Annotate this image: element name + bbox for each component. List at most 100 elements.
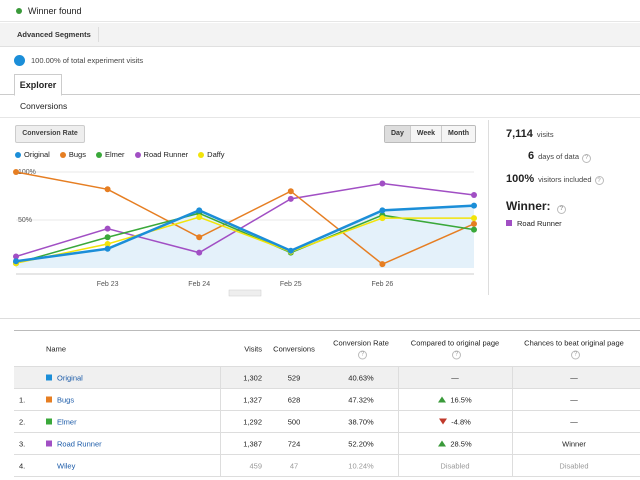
data-point xyxy=(379,215,386,222)
cell-compared: Disabled xyxy=(400,461,510,470)
stat-visits-label: visits xyxy=(536,130,554,139)
column-divider xyxy=(398,367,399,388)
cell-conversions: 529 xyxy=(287,373,301,382)
legend-item-road-runner[interactable]: Road Runner xyxy=(134,150,189,159)
cell-visits: 1,292 xyxy=(243,417,262,426)
variant-color-swatch xyxy=(46,418,52,425)
legend-label: Road Runner xyxy=(143,150,189,159)
row-index: 4. xyxy=(19,461,26,470)
table-row: 4. Wiley 459 47 10.24% Disabled Disabled xyxy=(14,455,640,477)
trend-up-icon xyxy=(438,396,447,403)
help-icon[interactable]: ? xyxy=(571,350,580,359)
data-point xyxy=(13,169,19,175)
cell-chances: — xyxy=(570,395,578,404)
legend-item-bugs[interactable]: Bugs xyxy=(59,150,86,159)
stats-panel: 7,114 visits 6 days of data ? 100% visit… xyxy=(496,128,636,228)
conversion-rate-chart: 100%50%Feb 23 Feb 24 Feb 25 Feb 26 xyxy=(13,169,477,297)
data-point xyxy=(104,245,111,252)
data-point xyxy=(196,207,203,214)
legend-label: Bugs xyxy=(68,150,86,159)
variant-name-link[interactable]: Elmer xyxy=(57,417,77,426)
range-week-button[interactable]: Week xyxy=(409,126,442,142)
table-row: 2. Elmer 1,292 500 38.70% -4.8% — xyxy=(14,411,640,433)
legend-item-original[interactable]: Original xyxy=(15,150,50,159)
variant-name[interactable]: Wiley xyxy=(46,461,75,470)
help-icon[interactable]: ? xyxy=(556,204,566,214)
column-divider xyxy=(512,367,513,388)
col-header-conversions[interactable]: Conversions xyxy=(268,344,320,353)
col-header-compared-label[interactable]: Compared to original page xyxy=(411,338,499,347)
cell-conversions: 47 xyxy=(289,461,299,470)
cell-conversion-rate: 40.63% xyxy=(348,373,374,382)
table-row: 3. Road Runner 1,387 724 52.20% 28.5% Winner xyxy=(14,433,640,455)
visits-summary: 100.00% of total experiment visits xyxy=(14,55,143,66)
row-index: 1. xyxy=(19,395,26,404)
variant-color-swatch xyxy=(46,463,52,469)
variant-name[interactable]: Original xyxy=(46,373,83,382)
cell-conversion-rate: 52.20% xyxy=(348,439,374,448)
data-point xyxy=(471,226,477,233)
range-month-button[interactable]: Month xyxy=(441,126,476,142)
date-range-toggle: Day Week Month xyxy=(384,125,477,143)
cell-visits: 1,302 xyxy=(243,373,262,382)
stat-included: 100% visitors included ? xyxy=(496,173,636,185)
data-point xyxy=(379,180,386,187)
variant-name[interactable]: Road Runner xyxy=(46,439,102,448)
advanced-segments-button[interactable]: Advanced Segments xyxy=(10,27,99,42)
variant-name[interactable]: Bugs xyxy=(46,395,74,404)
section-title: Conversions xyxy=(20,101,68,111)
column-divider xyxy=(398,389,399,410)
col-header-visits[interactable]: Visits xyxy=(226,344,262,353)
column-divider xyxy=(398,433,399,454)
help-icon[interactable]: ? xyxy=(594,176,604,185)
cell-chances: Winner xyxy=(562,439,586,448)
x-tick-label: Feb 26 xyxy=(372,281,394,288)
data-point xyxy=(287,188,294,195)
table-row: 1. Bugs 1,327 628 47.32% 16.5% — xyxy=(14,389,640,411)
cell-compared: 28.5% xyxy=(400,439,510,448)
legend-item-elmer[interactable]: Elmer xyxy=(95,150,125,159)
col-header-rate-label[interactable]: Conversion Rate xyxy=(333,338,389,347)
help-icon[interactable]: ? xyxy=(582,153,591,163)
metric-select-button[interactable]: Conversion Rate xyxy=(15,125,85,143)
variant-color-swatch xyxy=(46,374,52,381)
legend-item-daffy[interactable]: Daffy xyxy=(198,150,225,159)
data-point xyxy=(471,202,477,209)
chart-legend: Original Bugs Elmer Road Runner Daffy xyxy=(15,150,235,159)
column-divider xyxy=(512,455,513,476)
variations-table: Name Visits Conversions Conversion Rate?… xyxy=(14,330,640,477)
help-icon[interactable]: ? xyxy=(358,350,367,359)
variant-name-link[interactable]: Bugs xyxy=(57,395,74,404)
variant-name-link[interactable]: Original xyxy=(57,373,83,382)
variant-name-link[interactable]: Wiley xyxy=(57,461,75,470)
cell-compared: 16.5% xyxy=(400,395,510,404)
col-header-rate: Conversion Rate? xyxy=(326,338,396,359)
data-point xyxy=(196,214,203,221)
column-divider xyxy=(220,411,221,432)
winner-name: Road Runner xyxy=(517,218,562,228)
status-bar: Winner found xyxy=(0,0,640,22)
variant-name[interactable]: Elmer xyxy=(46,417,77,426)
column-divider xyxy=(398,455,399,476)
column-divider xyxy=(220,367,221,388)
help-icon[interactable]: ? xyxy=(452,350,461,359)
data-point xyxy=(196,249,203,256)
variant-color-swatch xyxy=(46,396,52,403)
stat-visits: 7,114 visits xyxy=(496,128,636,140)
data-point xyxy=(471,215,477,222)
data-point xyxy=(287,195,294,202)
col-header-chances-label[interactable]: Chances to beat original page xyxy=(524,338,624,347)
legend-dot-icon xyxy=(198,151,205,158)
tab-explorer[interactable]: Explorer xyxy=(14,74,62,96)
col-header-name[interactable]: Name xyxy=(46,344,66,353)
legend-dot-icon xyxy=(134,151,141,158)
range-day-button[interactable]: Day xyxy=(385,126,410,142)
stat-visits-value: 7,114 xyxy=(506,128,533,140)
data-point xyxy=(287,247,294,254)
data-point xyxy=(379,261,386,268)
stat-days-label: days of data xyxy=(538,152,579,161)
legend-dot-icon xyxy=(95,151,102,158)
data-point xyxy=(471,192,477,199)
variant-name-link[interactable]: Road Runner xyxy=(57,439,102,448)
cell-compared-value: — xyxy=(451,373,459,382)
